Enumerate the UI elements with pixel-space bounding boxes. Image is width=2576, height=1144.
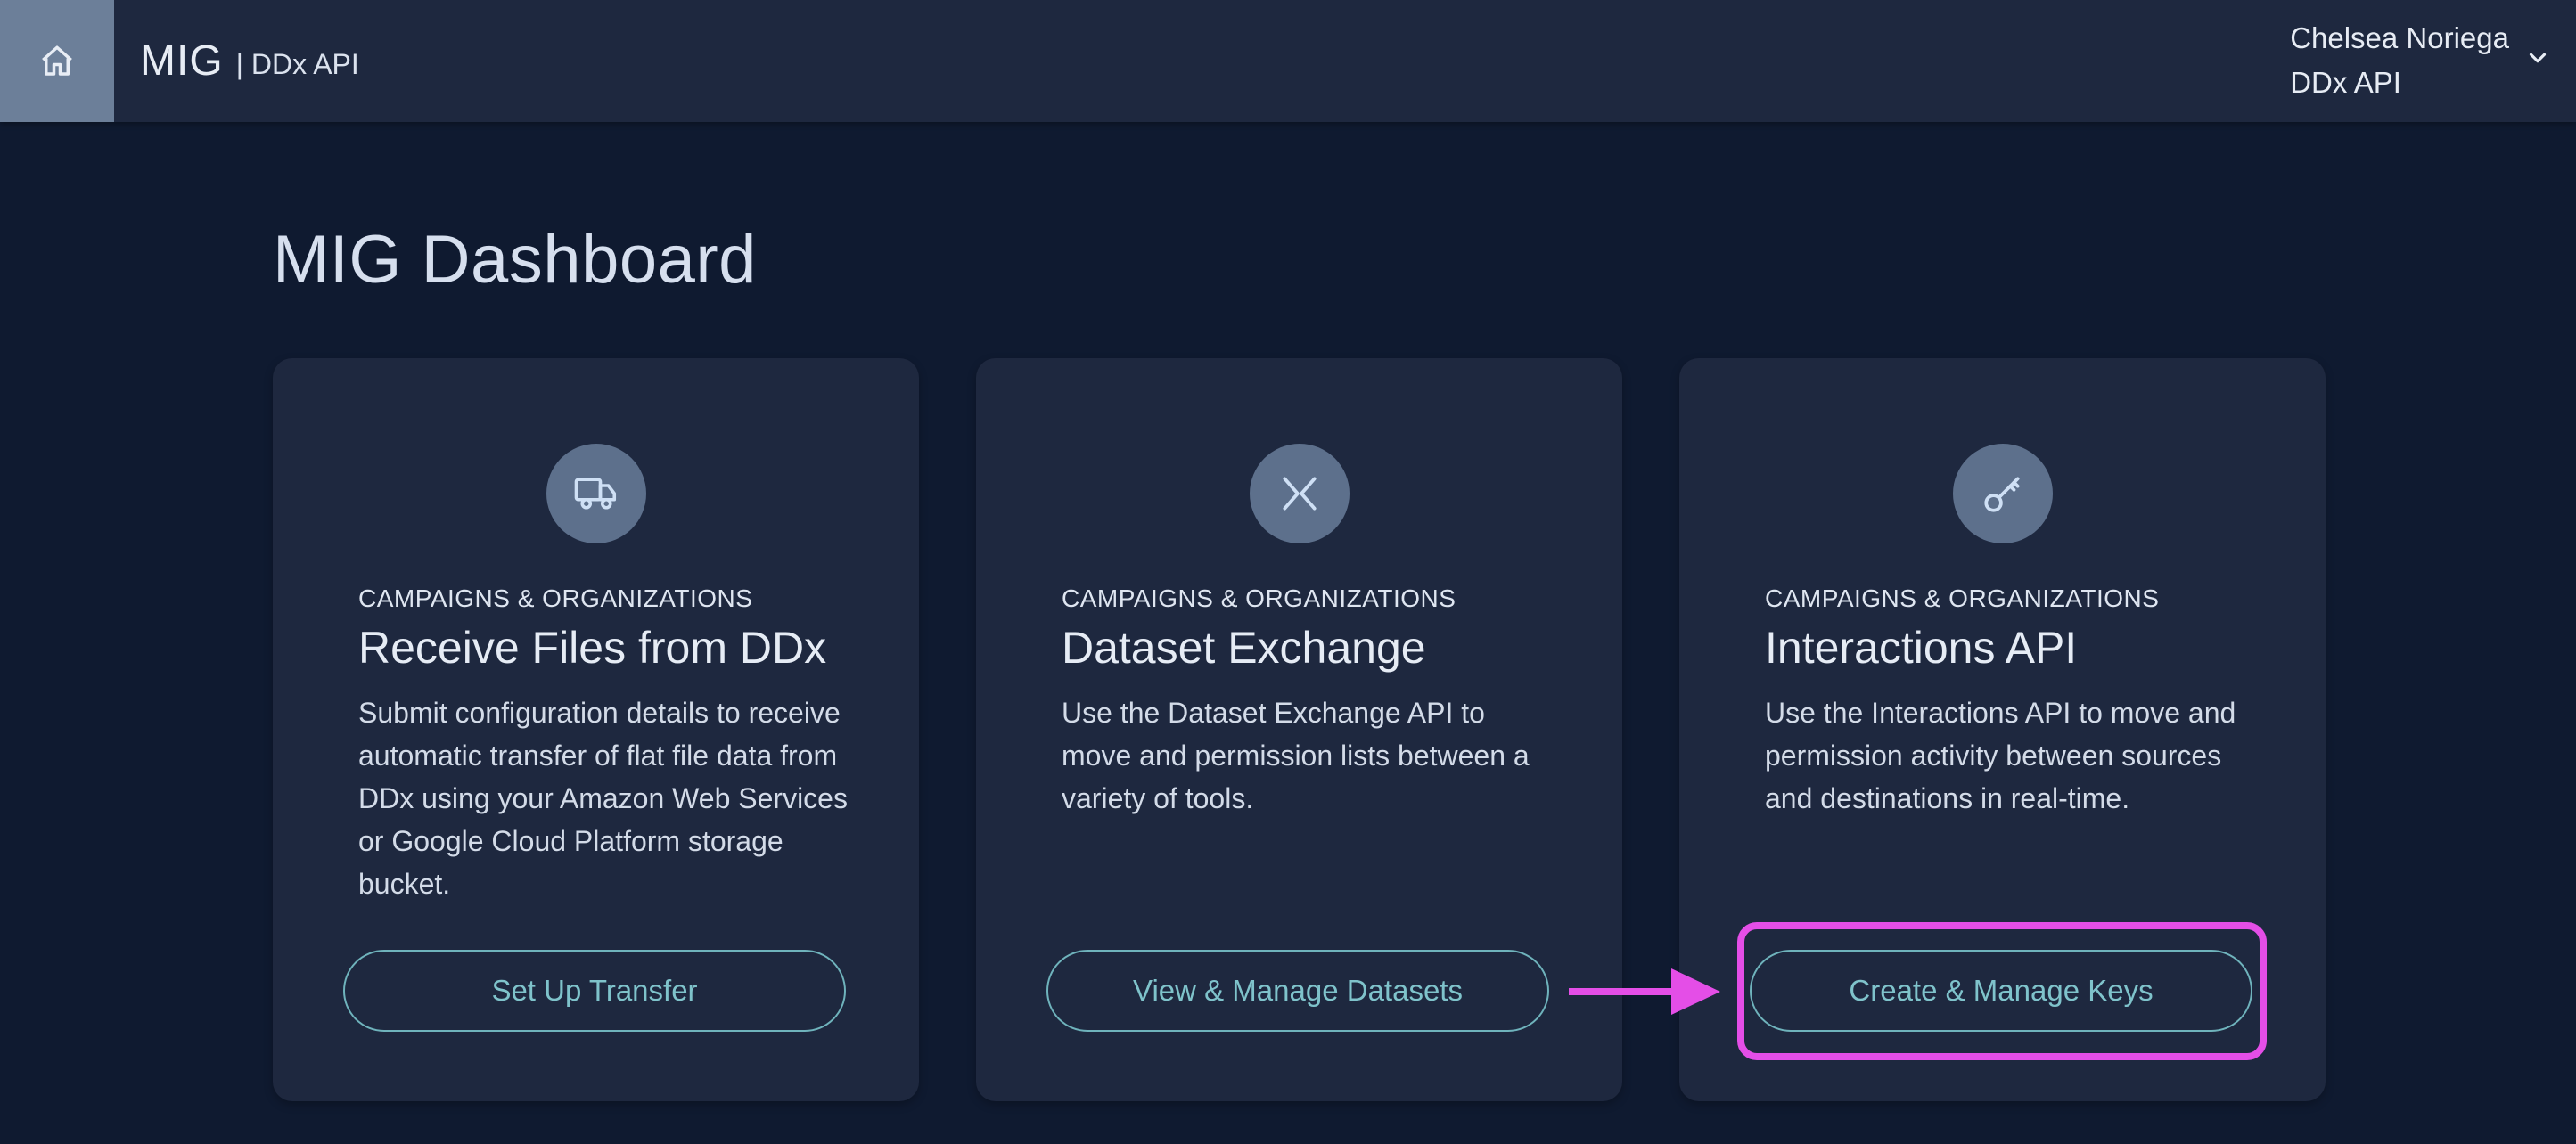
home-button[interactable] [0,0,114,122]
annotation-highlight-box [1737,922,2267,1060]
annotation-arrow-icon [1569,968,1720,1015]
key-icon [1984,477,2020,512]
card-eyebrow: CAMPAIGNS & ORGANIZATIONS [1062,584,1456,612]
top-bar: MIG | DDx API Chelsea Noriega DDx API [0,0,2576,122]
card-description: Submit configuration details to receive … [358,697,848,900]
exchange-icon [1283,477,1317,511]
view-manage-datasets-button[interactable]: View & Manage Datasets [1046,950,1549,1032]
truck-icon [574,478,617,510]
card-description: Use the Dataset Exchange API to move and… [1062,697,1530,814]
set-up-transfer-button[interactable]: Set Up Transfer [343,950,846,1032]
card-icon-circle [546,444,646,543]
card-title: Dataset Exchange [1062,623,1426,673]
card-description: Use the Interactions API to move and per… [1765,697,2236,814]
card-eyebrow: CAMPAIGNS & ORGANIZATIONS [1765,584,2160,612]
brand-subtitle: | DDx API [235,48,359,80]
card-dataset-exchange: CAMPAIGNS & ORGANIZATIONS Dataset Exchan… [976,358,1622,1101]
user-org: DDx API [2290,66,2401,99]
card-title: Receive Files from DDx [358,623,827,673]
user-menu[interactable]: Chelsea Noriega DDx API [2290,16,2509,105]
user-name: Chelsea Noriega [2290,21,2509,54]
card-eyebrow: CAMPAIGNS & ORGANIZATIONS [358,584,753,612]
chevron-down-icon[interactable] [2524,45,2551,71]
card-icon-circle [1953,444,2053,543]
brand-name: MIG [140,37,224,85]
card-title: Interactions API [1765,623,2078,673]
brand[interactable]: MIG | DDx API [140,0,359,122]
card-icon-circle [1250,444,1350,543]
page-title: MIG Dashboard [273,222,757,298]
home-icon [42,45,72,76]
card-receive-files: CAMPAIGNS & ORGANIZATIONS Receive Files … [273,358,919,1101]
